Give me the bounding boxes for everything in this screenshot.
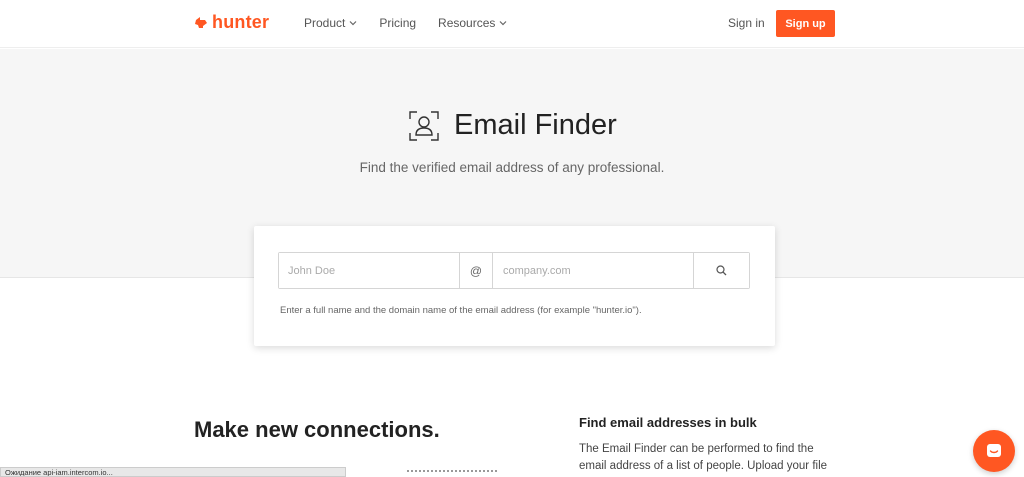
cutoff-text bbox=[407, 470, 497, 473]
at-symbol: @ bbox=[460, 253, 493, 288]
nav-item-resources[interactable]: Resources bbox=[438, 16, 507, 30]
full-name-input[interactable] bbox=[279, 253, 460, 288]
top-navbar: hunter Product Pricing Resources Sign in… bbox=[0, 0, 1024, 48]
chevron-down-icon bbox=[349, 21, 357, 26]
hunter-logo[interactable]: hunter bbox=[194, 12, 269, 33]
email-search-form: @ bbox=[278, 252, 750, 289]
brand-name: hunter bbox=[212, 12, 270, 32]
chevron-down-icon bbox=[499, 21, 507, 26]
signup-button[interactable]: Sign up bbox=[776, 10, 835, 37]
chat-icon bbox=[987, 444, 1001, 457]
bulk-title: Find email addresses in bulk bbox=[579, 415, 757, 430]
nav-item-label: Resources bbox=[438, 16, 496, 30]
person-frame-icon bbox=[409, 110, 439, 141]
browser-status-bar: Ожидание api-iam.intercom.io... bbox=[0, 467, 346, 477]
page-title: Email Finder bbox=[454, 109, 617, 141]
nav-item-pricing[interactable]: Pricing bbox=[379, 16, 416, 30]
search-card: @ Enter a full name and the domain name … bbox=[254, 226, 775, 346]
hunter-logo-icon bbox=[195, 17, 207, 28]
search-hint: Enter a full name and the domain name of… bbox=[280, 305, 642, 316]
chat-launcher-button[interactable] bbox=[973, 430, 1015, 472]
nav-item-product[interactable]: Product bbox=[304, 16, 357, 30]
search-icon bbox=[716, 265, 727, 276]
section-heading: Make new connections. bbox=[194, 417, 440, 442]
bulk-description: The Email Finder can be performed to fin… bbox=[579, 443, 828, 472]
signin-link[interactable]: Sign in bbox=[728, 16, 765, 30]
nav-item-label: Pricing bbox=[379, 16, 417, 30]
search-button[interactable] bbox=[694, 253, 749, 288]
nav-item-label: Product bbox=[304, 16, 346, 30]
main-nav: Product Pricing Resources bbox=[304, 16, 507, 30]
hero-title-row: Email Finder bbox=[408, 109, 617, 142]
domain-input[interactable] bbox=[493, 253, 694, 288]
hero-subtitle: Find the verified email address of any p… bbox=[359, 160, 665, 175]
